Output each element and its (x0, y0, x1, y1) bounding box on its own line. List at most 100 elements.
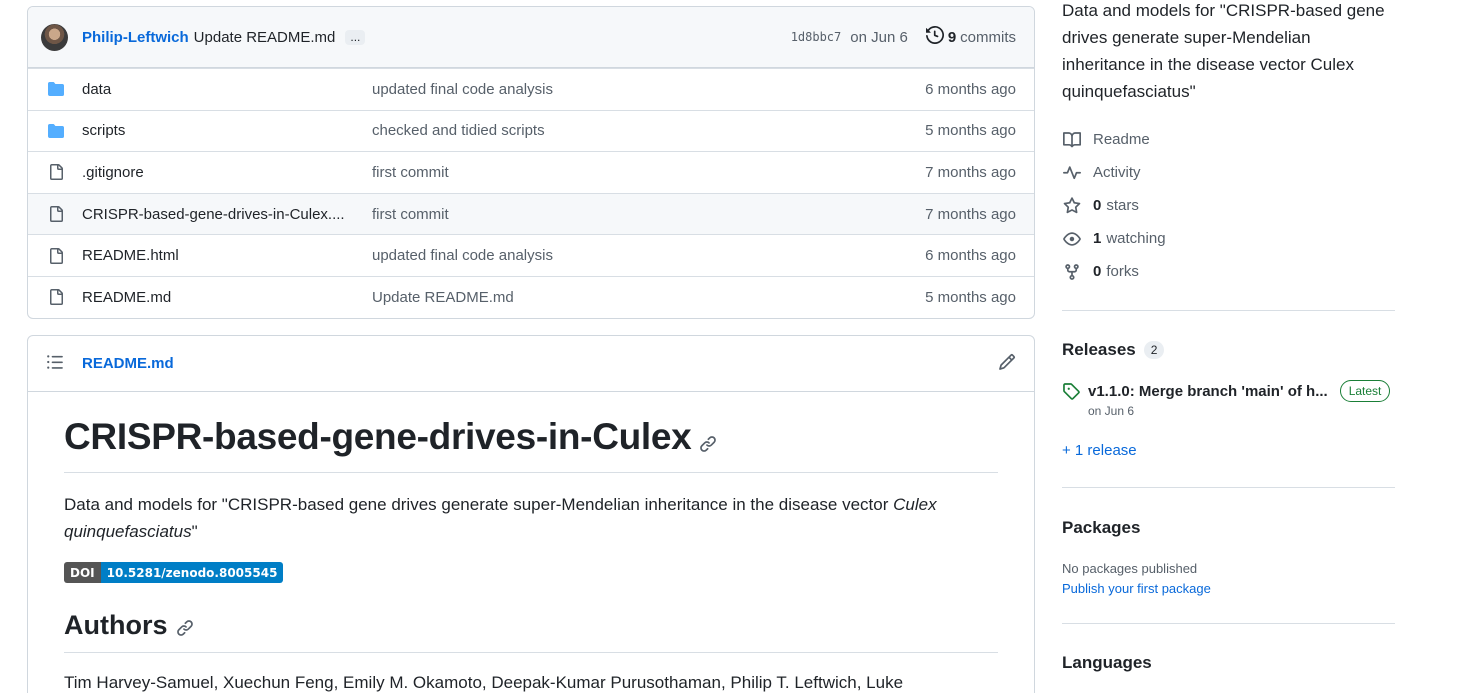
packages-heading-link[interactable]: Packages (1062, 518, 1395, 538)
releases-section: Releases 2 v1.1.0: Merge branch 'main' o… (1062, 340, 1395, 459)
languages-title: Languages (1062, 653, 1152, 672)
file-date: 5 months ago (925, 288, 1016, 306)
file-row[interactable]: scripts checked and tidied scripts 5 mon… (28, 109, 1034, 152)
commit-message-link[interactable]: Update README.md (194, 29, 336, 46)
link-icon[interactable] (176, 613, 194, 644)
file-icon (46, 288, 66, 306)
release-info: v1.1.0: Merge branch 'main' of h... Late… (1088, 380, 1395, 418)
releases-title: Releases (1062, 340, 1136, 359)
pencil-icon[interactable] (998, 353, 1016, 375)
file-date: 6 months ago (925, 80, 1016, 98)
forks-label: forks (1106, 263, 1139, 280)
file-name-link[interactable]: README.html (82, 247, 372, 264)
packages-section: Packages No packages published Publish y… (1062, 518, 1395, 596)
file-icon (46, 247, 66, 265)
fork-icon (1062, 263, 1082, 281)
divider (1062, 487, 1395, 488)
file-row[interactable]: CRISPR-based-gene-drives-in-Culex.... fi… (28, 192, 1034, 235)
packages-empty-text: No packages published (1062, 561, 1198, 576)
release-name-link[interactable]: v1.1.0: Merge branch 'main' of h... (1088, 383, 1328, 400)
file-name-link[interactable]: data (82, 81, 372, 98)
about-sidebar: Data and models for "CRISPR-based gene d… (1062, 0, 1395, 673)
commits-label: commits (960, 28, 1016, 46)
latest-release[interactable]: v1.1.0: Merge branch 'main' of h... Late… (1062, 380, 1395, 418)
file-commit-message[interactable]: updated final code analysis (372, 247, 925, 264)
folder-icon (46, 81, 66, 97)
more-releases-link[interactable]: + 1 release (1062, 442, 1395, 459)
file-name-link[interactable]: README.md (82, 289, 372, 306)
about-links: Readme Activity 0 stars 1 watching 0 for… (1062, 123, 1395, 288)
authors-heading-text: Authors (64, 610, 168, 640)
readme-link[interactable]: Readme (1062, 123, 1395, 156)
file-date: 5 months ago (925, 122, 1016, 140)
file-icon (46, 163, 66, 181)
file-row[interactable]: data updated final code analysis 6 month… (28, 68, 1034, 110)
readme-heading-text: CRISPR-based-gene-drives-in-Culex (64, 416, 692, 457)
commit-sha-link[interactable]: 1d8bbc7 (791, 30, 842, 44)
commit-meta: 1d8bbc7 on Jun 6 9 commits (791, 25, 1016, 48)
watching-link[interactable]: 1 watching (1062, 222, 1395, 255)
commits-count: 9 (947, 28, 957, 46)
readme-file-link[interactable]: README.md (82, 355, 174, 372)
avatar[interactable] (41, 23, 68, 51)
file-name-link[interactable]: .gitignore (82, 164, 372, 181)
activity-link-label: Activity (1093, 164, 1141, 181)
doi-badge-label: DOI (64, 562, 101, 583)
file-commit-message[interactable]: first commit (372, 164, 925, 181)
forks-count: 0 (1093, 263, 1102, 280)
file-browser: Philip-Leftwich Update README.md ... 1d8… (27, 6, 1035, 319)
release-date: on Jun 6 (1088, 404, 1135, 418)
doi-badge-value: 10.5281/zenodo.8005545 (100, 562, 284, 583)
file-row[interactable]: .gitignore first commit 7 months ago (28, 151, 1034, 193)
stars-count: 0 (1093, 197, 1102, 214)
file-commit-message[interactable]: first commit (372, 206, 925, 223)
release-title-row: v1.1.0: Merge branch 'main' of h... Late… (1088, 380, 1395, 402)
authors-heading: Authors (64, 607, 998, 653)
publish-package-link[interactable]: Publish your first package (1062, 581, 1395, 596)
languages-section: Languages (1062, 653, 1395, 673)
pulse-icon (1062, 164, 1082, 182)
readme-desc-prefix: Data and models for "CRISPR-based gene d… (64, 495, 894, 514)
authors-text: Tim Harvey-Samuel, Xuechun Feng, Emily M… (64, 673, 904, 692)
list-outline-icon[interactable] (46, 353, 64, 375)
history-icon (925, 25, 944, 48)
forks-link[interactable]: 0 forks (1062, 255, 1395, 288)
file-row[interactable]: README.md Update README.md 5 months ago (28, 275, 1034, 318)
divider (1062, 310, 1395, 311)
file-row[interactable]: README.html updated final code analysis … (28, 234, 1034, 276)
commit-author-link[interactable]: Philip-Leftwich (82, 29, 189, 46)
about-description: Data and models for "CRISPR-based gene d… (1062, 1, 1385, 101)
readme-panel: README.md CRISPR-based-gene-drives-in-Cu… (27, 335, 1035, 693)
commit-date: on Jun 6 (850, 28, 908, 46)
activity-link[interactable]: Activity (1062, 156, 1395, 189)
readme-link-label: Readme (1093, 131, 1150, 148)
readme-body: CRISPR-based-gene-drives-in-Culex Data a… (28, 392, 1034, 693)
latest-commit-bar: Philip-Leftwich Update README.md ... 1d8… (28, 7, 1034, 68)
tag-icon (1062, 382, 1080, 418)
stars-label: stars (1106, 197, 1139, 214)
watching-count: 1 (1093, 230, 1102, 247)
stars-link[interactable]: 0 stars (1062, 189, 1395, 222)
file-commit-message[interactable]: updated final code analysis (372, 81, 925, 98)
readme-header: README.md (28, 336, 1034, 392)
file-date: 7 months ago (925, 163, 1016, 181)
book-icon (1062, 131, 1082, 149)
readme-heading: CRISPR-based-gene-drives-in-Culex (64, 412, 998, 473)
divider (1062, 623, 1395, 624)
star-icon (1062, 196, 1082, 215)
watching-label: watching (1106, 230, 1166, 247)
folder-icon (46, 123, 66, 139)
file-commit-message[interactable]: Update README.md (372, 289, 925, 306)
file-date: 7 months ago (925, 205, 1016, 223)
link-icon[interactable] (699, 420, 717, 462)
expand-commit-button[interactable]: ... (345, 29, 366, 45)
commits-history-link[interactable]: 9 commits (925, 25, 1016, 48)
releases-heading-link[interactable]: Releases 2 (1062, 340, 1395, 360)
file-icon (46, 205, 66, 223)
file-name-link[interactable]: CRISPR-based-gene-drives-in-Culex.... (82, 206, 372, 223)
latest-badge: Latest (1339, 380, 1391, 402)
file-commit-message[interactable]: checked and tidied scripts (372, 122, 925, 139)
doi-badge[interactable]: DOI 10.5281/zenodo.8005545 (64, 562, 284, 583)
readme-description: Data and models for "CRISPR-based gene d… (64, 491, 998, 545)
file-name-link[interactable]: scripts (82, 122, 372, 139)
